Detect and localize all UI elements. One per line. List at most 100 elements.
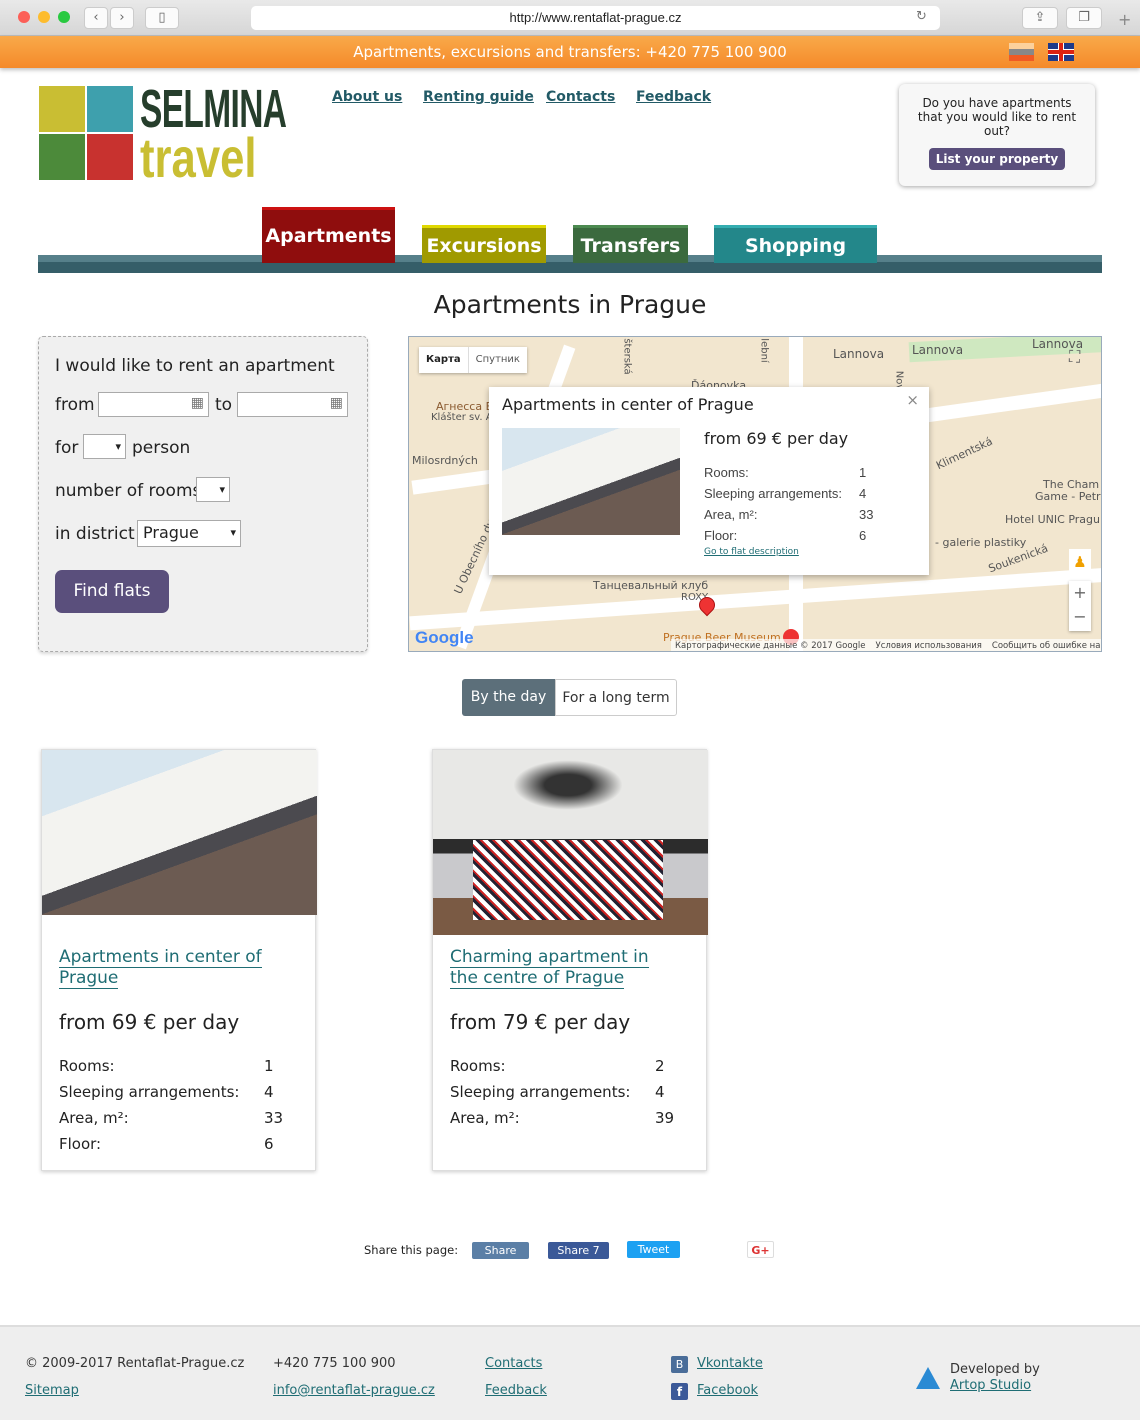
calendar-icon[interactable]: ▦ xyxy=(191,395,204,411)
district-label: in district xyxy=(55,524,135,544)
list-property-button[interactable]: List your property xyxy=(928,148,1066,170)
top-banner: Apartments, excursions and transfers: +4… xyxy=(0,36,1140,68)
popup-photo xyxy=(502,428,680,535)
district-select[interactable]: Prague xyxy=(137,520,241,547)
zoom-out-button[interactable]: − xyxy=(1069,605,1091,629)
popup-details: Rooms: 1 Sleeping arrangements: 4 Area, m²… xyxy=(704,462,904,546)
map-label: Lannova xyxy=(833,347,885,361)
tab-apartments[interactable]: Apartments xyxy=(262,207,395,263)
nav-feedback[interactable]: Feedback xyxy=(636,89,711,105)
apartment-title-link[interactable]: Charming apartment in the centre of Prag… xyxy=(450,947,680,989)
nav-about-us[interactable]: About us xyxy=(332,89,402,105)
vk-share-button[interactable]: Share xyxy=(472,1242,529,1259)
find-flats-button[interactable]: Find flats xyxy=(55,570,169,613)
forward-icon[interactable]: › xyxy=(110,7,134,29)
google-logo[interactable]: Google xyxy=(415,628,474,648)
for-label: for xyxy=(55,438,79,458)
map-label: Klimentská xyxy=(934,434,995,473)
toggle-long-term[interactable]: For a long term xyxy=(555,679,677,716)
share-icon[interactable]: ⇪ xyxy=(1022,7,1058,29)
detail-row: Rooms: 1 xyxy=(59,1057,274,1075)
facebook-icon[interactable]: f xyxy=(671,1383,688,1400)
district-value: Prague xyxy=(143,523,199,542)
calendar-icon[interactable]: ▦ xyxy=(330,395,343,411)
logo-text-travel: travel xyxy=(140,126,257,189)
date-to-input[interactable]: ▦ xyxy=(237,392,348,417)
address-bar[interactable]: http://www.rentaflat-prague.cz xyxy=(251,6,940,30)
detail-label: Sleeping arrangements: xyxy=(704,486,843,501)
detail-label: Area, m²: xyxy=(704,507,758,522)
apartment-price: from 69 € per day xyxy=(59,1010,240,1034)
apartment-photo[interactable] xyxy=(42,750,317,915)
search-heading: I would like to rent an apartment xyxy=(55,356,335,376)
tab-transfers[interactable]: Transfers xyxy=(573,225,688,263)
google-plus-button[interactable]: G+ xyxy=(747,1241,774,1258)
browser-toolbar: ‹ › ▯ http://www.rentaflat-prague.cz ↻ ⇪… xyxy=(0,0,1140,36)
sidebar-icon[interactable]: ▯ xyxy=(145,7,179,29)
map-report-link[interactable]: Сообщить об ошибке на карте xyxy=(992,639,1101,651)
map-attribution: Картографические данные © 2017 Google Ус… xyxy=(671,639,1101,651)
rooms-select[interactable] xyxy=(196,477,230,502)
flag-ru-icon[interactable] xyxy=(1009,43,1034,61)
map-terms-link[interactable]: Условия использования xyxy=(876,639,982,651)
map[interactable]: Lannova Lannova Lannova Klimentská Souke… xyxy=(408,336,1102,652)
maximize-window-button[interactable] xyxy=(58,11,70,23)
footer-feedback-link[interactable]: Feedback xyxy=(485,1383,547,1398)
tweet-button[interactable]: Tweet xyxy=(627,1241,680,1258)
to-label: to xyxy=(215,395,233,415)
footer-email-link[interactable]: info@rentaflat-prague.cz xyxy=(273,1383,435,1398)
apartment-photo[interactable] xyxy=(433,750,708,935)
close-window-button[interactable] xyxy=(18,11,30,23)
footer-contacts-link[interactable]: Contacts xyxy=(485,1356,542,1371)
toggle-by-the-day[interactable]: By the day xyxy=(462,679,555,716)
nav-contacts[interactable]: Contacts xyxy=(546,89,615,105)
map-label: - galerie plastiky xyxy=(935,536,1027,549)
detail-row: Floor: 6 xyxy=(59,1135,274,1153)
tab-shopping-tours[interactable]: Shopping tours xyxy=(714,225,877,293)
vk-icon[interactable]: B xyxy=(671,1356,688,1373)
popup-title: Apartments in center of Prague xyxy=(502,395,754,414)
detail-row: Rooms: 2 xyxy=(450,1057,665,1075)
back-icon[interactable]: ‹ xyxy=(84,7,108,29)
sitemap-link[interactable]: Sitemap xyxy=(25,1383,79,1398)
map-label: Hotel UNIC Pragu xyxy=(1005,513,1100,526)
zoom-control: + − xyxy=(1069,581,1091,631)
map-type-satellite-button[interactable]: Спутник xyxy=(469,347,527,373)
reload-icon[interactable]: ↻ xyxy=(916,9,927,24)
detail-value: 4 xyxy=(859,486,867,501)
list-property-box: Do you have apartments that you would li… xyxy=(899,84,1095,186)
map-label: šterská xyxy=(621,338,633,375)
facebook-share-button[interactable]: Share 7 xyxy=(548,1242,609,1259)
apartment-card[interactable]: Apartments in center of Prague from 69 €… xyxy=(41,749,317,1171)
pegman-icon[interactable]: ♟ xyxy=(1069,549,1091,575)
popup-price: from 69 € per day xyxy=(704,429,849,448)
close-icon[interactable]: × xyxy=(906,391,919,409)
flat-description-link[interactable]: Go to flat description xyxy=(704,547,799,557)
flag-uk-icon[interactable] xyxy=(1048,43,1074,61)
map-type-map-button[interactable]: Карта xyxy=(419,347,469,373)
vkontakte-link[interactable]: Vkontakte xyxy=(697,1356,763,1371)
person-label: person xyxy=(132,438,191,458)
search-form: I would like to rent an apartment from ▦… xyxy=(38,336,368,652)
fullscreen-icon[interactable]: ⛶ xyxy=(1069,347,1080,367)
detail-row: Area, m²: 39 xyxy=(450,1109,675,1127)
map-label: Klášter sv. A xyxy=(431,412,493,423)
minimize-window-button[interactable] xyxy=(38,11,50,23)
nav-renting-guide[interactable]: Renting guide xyxy=(423,89,534,105)
facebook-link[interactable]: Facebook xyxy=(697,1383,758,1398)
tab-excursions[interactable]: Excursions xyxy=(422,225,546,263)
map-label: Танцевальный клуб xyxy=(593,579,709,592)
map-data-credit: Картографические данные © 2017 Google xyxy=(675,641,866,651)
new-tab-icon[interactable]: + xyxy=(1118,10,1131,29)
logo-mark[interactable] xyxy=(39,86,133,180)
persons-select[interactable] xyxy=(83,434,126,459)
from-label: from xyxy=(55,395,95,415)
map-type-control: Карта Спутник xyxy=(419,347,527,373)
apartment-title-link[interactable]: Apartments in center of Prague xyxy=(59,947,289,989)
tabs-icon[interactable]: ❐ xyxy=(1066,7,1102,29)
map-label: Milosrdných xyxy=(412,454,478,467)
artop-studio-link[interactable]: Artop Studio xyxy=(950,1378,1031,1393)
date-from-input[interactable]: ▦ xyxy=(98,392,209,417)
zoom-in-button[interactable]: + xyxy=(1069,581,1091,605)
apartment-card[interactable]: Charming apartment in the centre of Prag… xyxy=(432,749,708,1171)
